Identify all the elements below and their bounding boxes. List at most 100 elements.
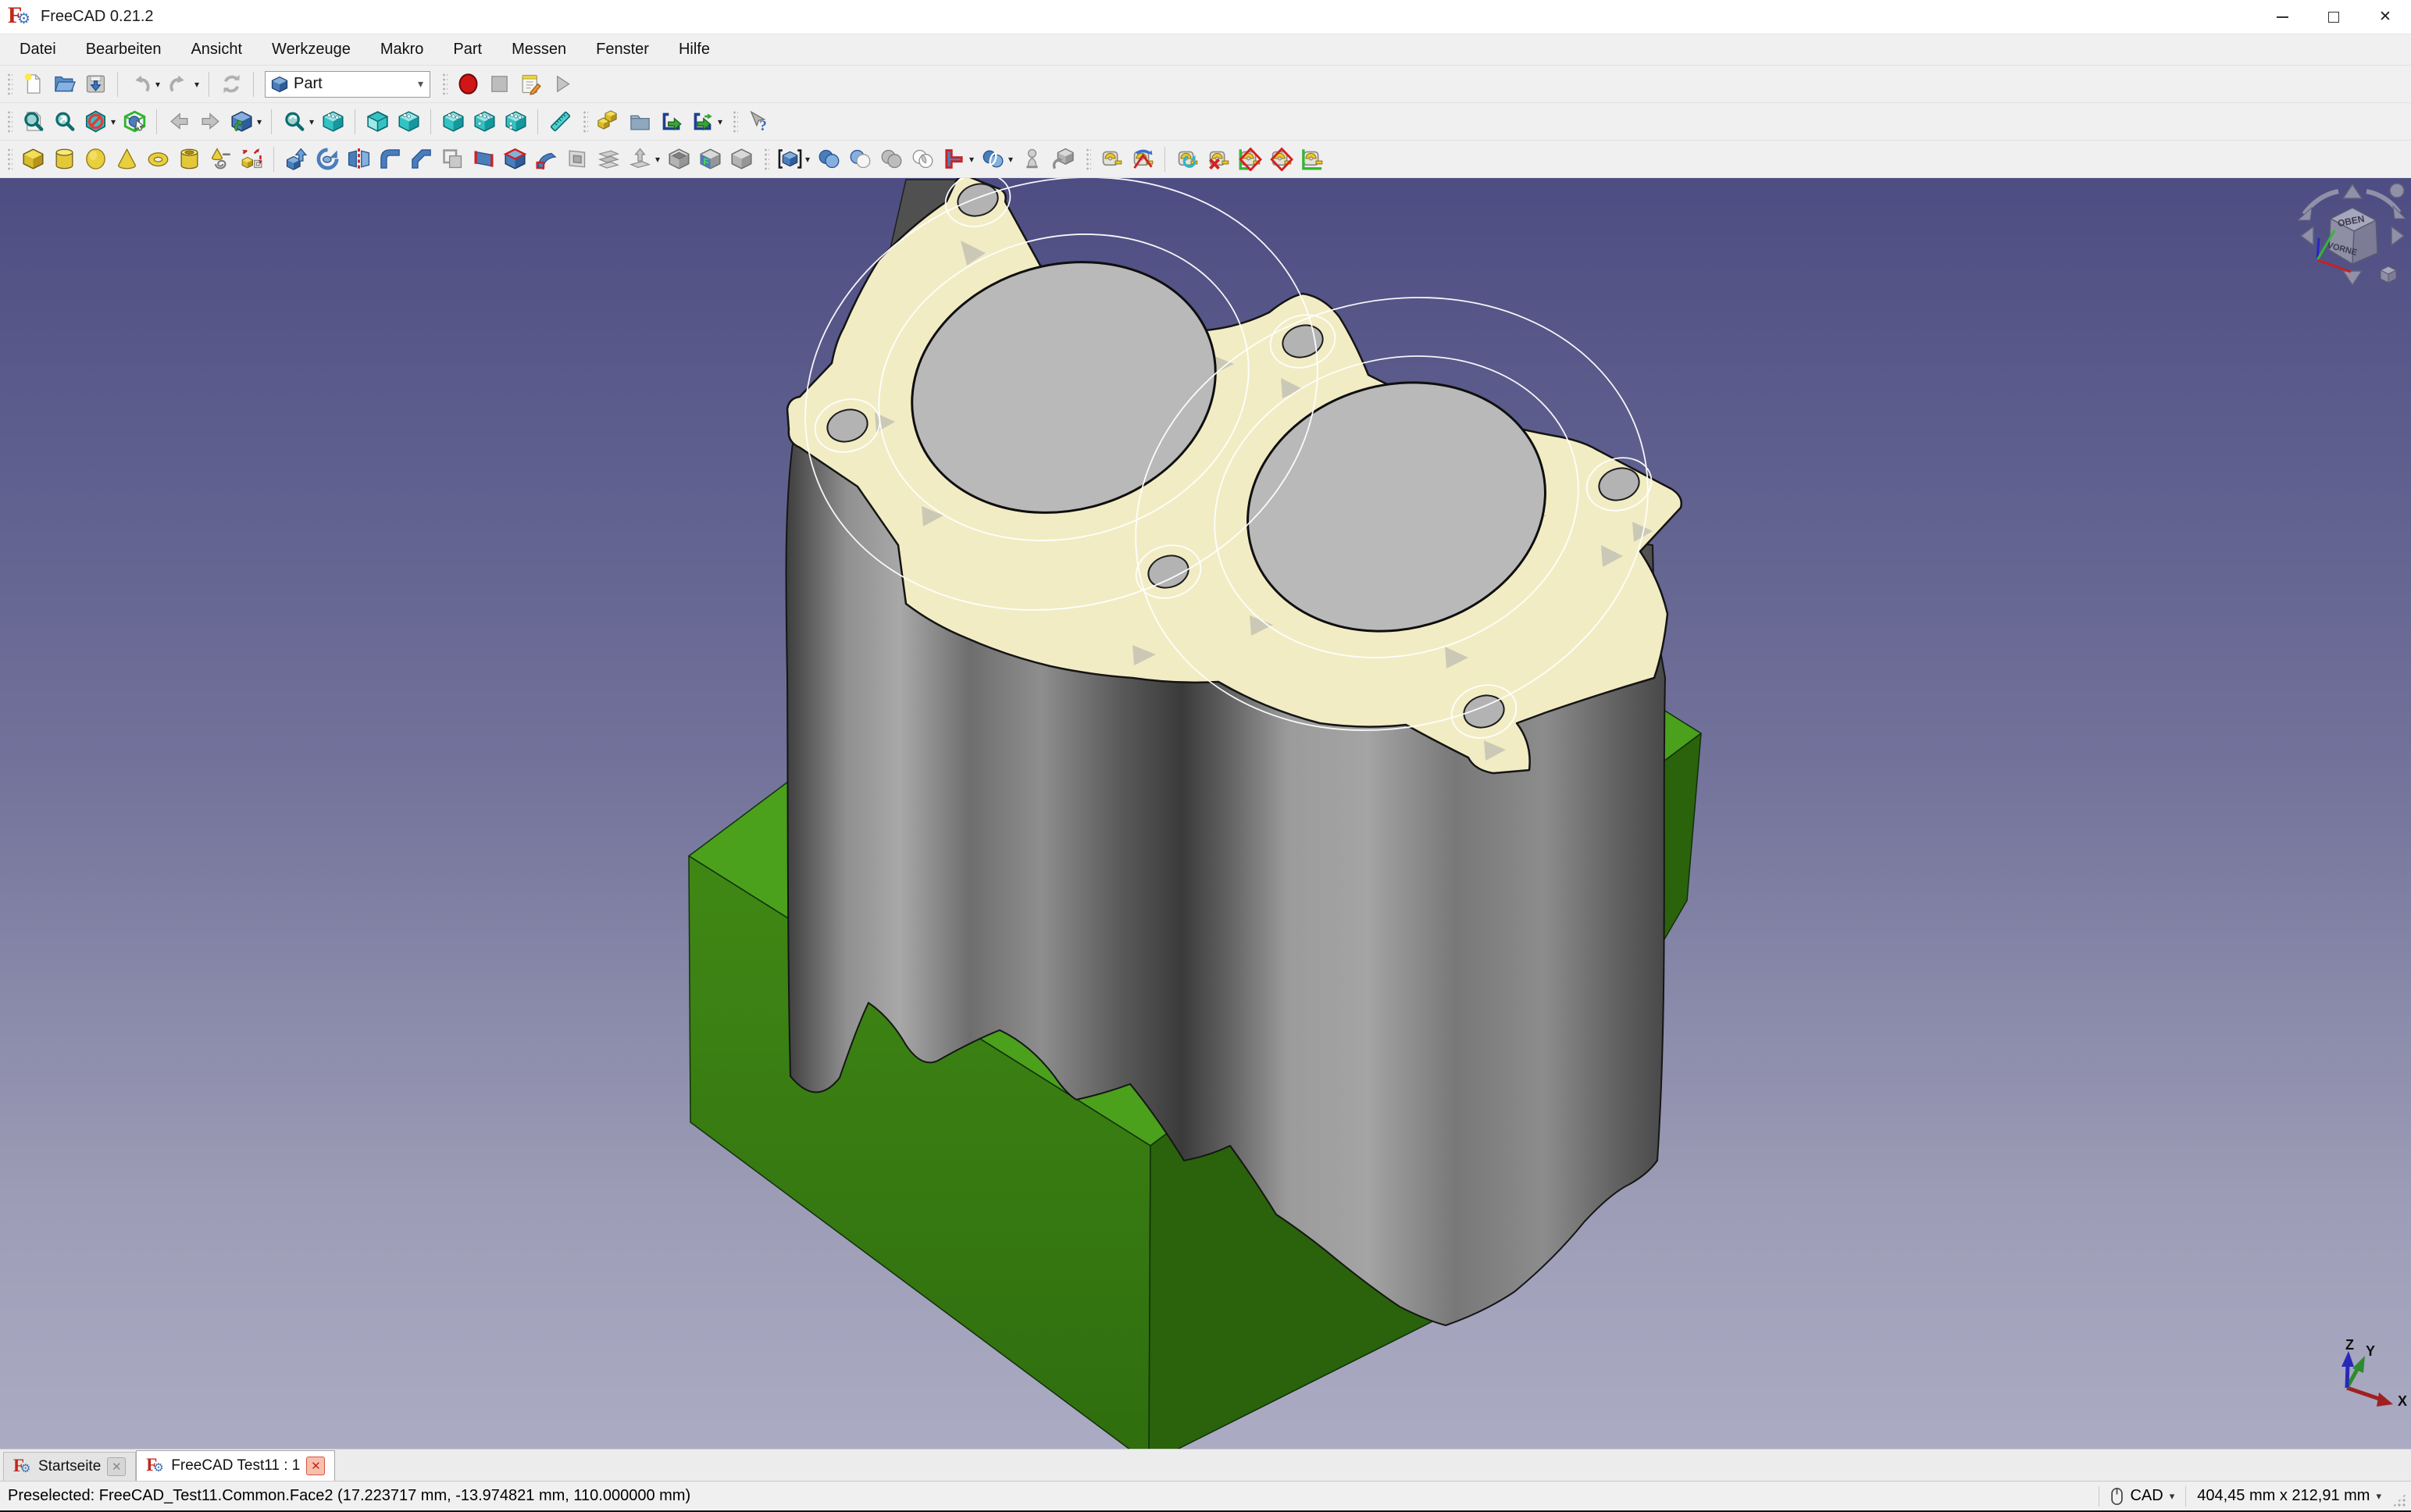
toolbar-grip[interactable] xyxy=(6,72,12,97)
open-document-button[interactable] xyxy=(48,68,80,101)
undo-dropdown-caret[interactable]: ▾ xyxy=(152,79,163,90)
fit-all-button[interactable] xyxy=(17,105,48,138)
navcube-orbit-dot[interactable] xyxy=(2390,184,2404,198)
measure-linear-button[interactable] xyxy=(1096,143,1127,176)
navcube-mini-cube[interactable] xyxy=(2381,266,2396,283)
resize-grip[interactable] xyxy=(2392,1493,2406,1507)
revolve-button[interactable] xyxy=(312,143,343,176)
macro-execute-button[interactable] xyxy=(546,68,577,101)
primitive-torus-button[interactable] xyxy=(142,143,173,176)
draw-style-dropdown-caret[interactable]: ▾ xyxy=(108,116,119,127)
zoom-tools-dropdown-caret[interactable]: ▾ xyxy=(306,116,317,127)
offset-dropdown-caret[interactable]: ▾ xyxy=(652,154,663,165)
toolbar-grip[interactable] xyxy=(6,147,12,172)
menu-hilfe[interactable]: Hilfe xyxy=(664,34,725,65)
fit-selection-button[interactable] xyxy=(48,105,80,138)
view-right-button[interactable] xyxy=(437,105,469,138)
macro-stop-button[interactable] xyxy=(483,68,515,101)
3d-viewport[interactable]: OBEN VORNE xyxy=(0,178,2411,1449)
view-bottom-button[interactable] xyxy=(500,105,531,138)
mirror-button[interactable] xyxy=(343,143,374,176)
extrude-button[interactable] xyxy=(280,143,312,176)
make-sub-link-dropdown-caret[interactable]: ▾ xyxy=(715,116,726,127)
refine-shape-button[interactable] xyxy=(726,143,757,176)
make-link-button[interactable] xyxy=(655,105,687,138)
shape-builder-button[interactable] xyxy=(236,143,267,176)
measure-toggle-3d-button[interactable] xyxy=(1265,143,1296,176)
undo-button[interactable] xyxy=(124,68,155,101)
new-document-button[interactable] xyxy=(17,68,48,101)
view-top-button[interactable] xyxy=(393,105,424,138)
create-primitives-button[interactable] xyxy=(205,143,236,176)
maximize-button[interactable] xyxy=(2308,0,2359,34)
menu-bearbeiten[interactable]: Bearbeiten xyxy=(71,34,177,65)
toolbar-grip[interactable] xyxy=(582,109,588,134)
make-face-button[interactable] xyxy=(437,143,468,176)
check-geometry-button[interactable] xyxy=(1016,143,1047,176)
split-dropdown-caret[interactable]: ▾ xyxy=(1005,154,1016,165)
zoom-tools-button[interactable] xyxy=(278,105,309,138)
view-isometric-die-button[interactable] xyxy=(317,105,348,138)
measure-angular-button[interactable] xyxy=(1127,143,1158,176)
close-button[interactable]: ✕ xyxy=(2359,0,2411,34)
menu-ansicht[interactable]: Ansicht xyxy=(176,34,257,65)
view-rear-button[interactable] xyxy=(469,105,500,138)
view-front-button[interactable] xyxy=(362,105,393,138)
draw-style-button[interactable] xyxy=(80,105,111,138)
macro-edit-button[interactable] xyxy=(515,68,546,101)
menu-messen[interactable]: Messen xyxy=(497,34,581,65)
loft-button[interactable] xyxy=(499,143,530,176)
intersection-button[interactable] xyxy=(907,143,938,176)
document-tab-model[interactable]: F⚙FreeCAD Test11 : 1✕ xyxy=(136,1450,335,1481)
join-button[interactable] xyxy=(938,143,969,176)
tab-close-icon[interactable]: ✕ xyxy=(306,1457,325,1475)
defeaturing-button[interactable] xyxy=(1047,143,1079,176)
whats-this-button[interactable]: ? xyxy=(743,105,774,138)
measure-toggle-all-button[interactable] xyxy=(1234,143,1265,176)
redo-dropdown-caret[interactable]: ▾ xyxy=(191,79,202,90)
minimize-button[interactable] xyxy=(2256,0,2308,34)
ruled-surface-button[interactable] xyxy=(468,143,499,176)
union-button[interactable] xyxy=(876,143,907,176)
compound-button[interactable] xyxy=(774,143,805,176)
primitive-sphere-button[interactable] xyxy=(80,143,111,176)
toolbar-grip[interactable] xyxy=(441,72,448,97)
3d-scene[interactable]: OBEN VORNE xyxy=(0,178,2411,1449)
macro-record-button[interactable] xyxy=(452,68,483,101)
chamfer-button[interactable] xyxy=(405,143,437,176)
menu-datei[interactable]: Datei xyxy=(5,34,71,65)
menu-part[interactable]: Part xyxy=(438,34,497,65)
menu-makro[interactable]: Makro xyxy=(366,34,439,65)
navigate-back-button[interactable] xyxy=(163,105,194,138)
view-axonometric-button[interactable] xyxy=(226,105,257,138)
cut-button[interactable] xyxy=(844,143,876,176)
toolbar-grip[interactable] xyxy=(6,109,12,134)
toolbar-grip[interactable] xyxy=(1085,147,1091,172)
measure-clear-button[interactable] xyxy=(1203,143,1234,176)
primitive-cone-button[interactable] xyxy=(111,143,142,176)
view-dimensions-selector[interactable]: 404,45 mm x 212,91 mm ▾ xyxy=(2197,1487,2381,1505)
cross-sections-button[interactable] xyxy=(593,143,624,176)
menu-werkzeuge[interactable]: Werkzeuge xyxy=(257,34,366,65)
navigation-style-selector[interactable]: CAD ▾ xyxy=(2110,1487,2174,1506)
sweep-button[interactable] xyxy=(530,143,562,176)
toolbar-grip[interactable] xyxy=(732,109,738,134)
refresh-document-button[interactable] xyxy=(216,68,247,101)
primitive-tube-button[interactable] xyxy=(173,143,205,176)
toolbar-grip[interactable] xyxy=(763,147,769,172)
document-tab-start[interactable]: F⚙Startseite✕ xyxy=(3,1452,136,1481)
offset-button[interactable] xyxy=(624,143,655,176)
tab-close-icon[interactable]: ✕ xyxy=(107,1457,126,1476)
redo-button[interactable] xyxy=(163,68,194,101)
save-document-button[interactable] xyxy=(80,68,111,101)
section-button[interactable] xyxy=(562,143,593,176)
split-button[interactable] xyxy=(977,143,1008,176)
join-dropdown-caret[interactable]: ▾ xyxy=(966,154,977,165)
create-part-button[interactable] xyxy=(593,105,624,138)
box-element-selection-button[interactable] xyxy=(119,105,150,138)
primitive-cylinder-button[interactable] xyxy=(48,143,80,176)
project-on-surface-button[interactable]: F xyxy=(694,143,726,176)
thickness-button[interactable] xyxy=(663,143,694,176)
view-axonometric-dropdown-caret[interactable]: ▾ xyxy=(254,116,265,127)
fillet-button[interactable] xyxy=(374,143,405,176)
